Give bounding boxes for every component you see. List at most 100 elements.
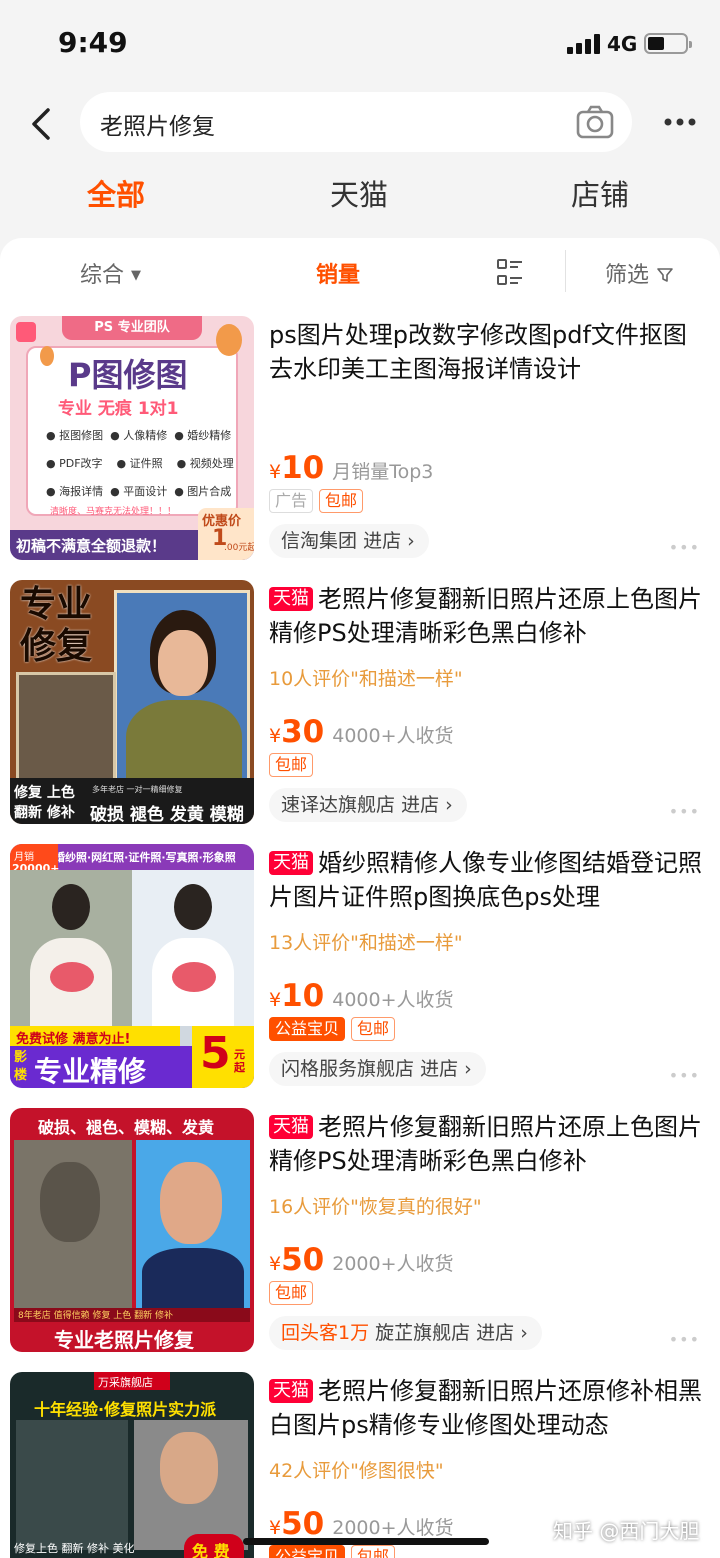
product-image[interactable]: PS 专业团队 P图修图 专业 无痕 1对1 ● 抠图修图 ● 人像精修 ● 婚… — [10, 316, 254, 560]
sales-count: 4000+人收货 — [332, 725, 454, 747]
repeat-customers: 回头客1万 — [281, 1322, 370, 1344]
thumb-discount-unit: .00元起 — [224, 543, 254, 553]
battery-icon — [644, 33, 692, 54]
product-title[interactable]: ps图片处理p改数字修改图pdf文件抠图去水印美工主图海报详情设计 — [269, 318, 705, 386]
thumb-refund: 初稿不满意全额退款！ — [16, 537, 167, 555]
review-summary[interactable]: 42人评价"修图很快" — [269, 1456, 444, 1483]
service: 婚纱精修 — [187, 429, 232, 442]
network-label: 4G — [607, 32, 638, 56]
sort-sales[interactable]: 销量 — [316, 257, 360, 289]
sales-count: 4000+人收货 — [332, 989, 454, 1011]
product-image[interactable]: 破损、褪色、模糊、发黄 8年老店 值得信赖 修复 上色 翻新 修补 专业老照片修… — [10, 1108, 254, 1352]
review-summary[interactable]: 10人评价"和描述一样" — [269, 664, 463, 691]
shop-link[interactable]: 回头客1万 旋芷旗舰店 进店 › — [269, 1316, 542, 1350]
shop-name: 信淘集团 — [281, 530, 358, 552]
product-title[interactable]: 天猫 老照片修复翻新旧照片还原修补相黑白图片ps精修专业修图处理动态 — [269, 1374, 705, 1442]
more-options-icon[interactable]: ••• — [669, 1330, 700, 1349]
sort-filter[interactable]: 筛选 — [605, 257, 674, 289]
review-summary[interactable]: 13人评价"和描述一样" — [269, 928, 463, 955]
free-shipping-tag: 包邮 — [351, 1017, 396, 1041]
product-price: 10 — [281, 978, 325, 1014]
product-image[interactable]: 婚纱照·网红照·证件照·写真照·形象照 月销 20000+ 免费试修 满意为止!… — [10, 844, 254, 1088]
product-title[interactable]: 天猫 老照片修复翻新旧照片还原上色图片精修PS处理清晰彩色黑白修补 — [269, 1110, 705, 1178]
clothes-shape — [142, 1248, 244, 1308]
review-summary[interactable]: 16人评价"恢复真的很好" — [269, 1192, 482, 1219]
filter-icon — [657, 268, 673, 282]
thumb-price: 5 — [200, 1028, 231, 1079]
service: 人像精修 — [123, 429, 168, 442]
search-bar[interactable]: 老照片修复 — [80, 92, 632, 152]
product-image[interactable]: 万采旗舰店 十年经验·修复照片实力派 修复上色 翻新 修补 美化 免 费 — [10, 1372, 254, 1558]
thumb-note: 清晰度、马赛克无法处理！！！ — [50, 507, 177, 517]
back-arrow-icon[interactable] — [24, 104, 64, 144]
status-bar: 9:49 4G — [0, 0, 720, 88]
more-options-icon[interactable]: ••• — [669, 538, 700, 557]
product-card[interactable]: 婚纱照·网红照·证件照·写真照·形象照 月销 20000+ 免费试修 满意为止!… — [0, 844, 720, 1108]
thumb-subtitle: 专业 无痕 1对1 — [58, 399, 179, 419]
currency-symbol: ¥ — [269, 1517, 282, 1539]
currency-symbol: ¥ — [269, 1253, 282, 1275]
enter-shop-label: 进店 — [363, 530, 402, 552]
tag-list: 公益宝贝 包邮 — [269, 1017, 401, 1043]
tag-list: 广告 包邮 — [269, 489, 369, 515]
shop-link[interactable]: 闪格服务旗舰店 进店 › — [269, 1052, 486, 1086]
product-price: 50 — [281, 1242, 325, 1278]
product-title[interactable]: 天猫 老照片修复翻新旧照片还原上色图片精修PS处理清晰彩色黑白修补 — [269, 582, 705, 650]
thumb-top-text: 破损、褪色、模糊、发黄 — [38, 1118, 215, 1137]
more-options-icon[interactable]: ••• — [669, 802, 700, 821]
thumb-title-2: 修复 — [20, 626, 93, 667]
thumb-title-1: 专业 — [20, 584, 93, 625]
thumb-top-text: 十年经验·修复照片实力派 — [34, 1400, 217, 1419]
product-card[interactable]: 专业 修复 修复 上色 翻新 修补 多年老店 一对一精细修复 破损 褪色 发黄 … — [0, 580, 720, 844]
caret-down-icon: ▼ — [131, 268, 142, 283]
search-query[interactable]: 老照片修复 — [100, 107, 215, 141]
more-icon[interactable] — [660, 108, 700, 136]
shop-link[interactable]: 速译达旗舰店 进店 › — [269, 788, 467, 822]
tab-all[interactable]: 全部 — [87, 172, 145, 214]
tmall-badge: 天猫 — [269, 851, 313, 875]
more-options-icon[interactable]: ••• — [669, 1066, 700, 1085]
free-shipping-tag: 包邮 — [269, 1281, 314, 1305]
price-line: ¥10 月销量Top3 — [269, 450, 433, 486]
product-image[interactable]: 专业 修复 修复 上色 翻新 修补 多年老店 一对一精细修复 破损 褪色 发黄 … — [10, 580, 254, 824]
thumb-top-text: 婚纱照·网红照·证件照·写真照·形象照 — [54, 851, 236, 864]
product-card[interactable]: PS 专业团队 P图修图 专业 无痕 1对1 ● 抠图修图 ● 人像精修 ● 婚… — [0, 316, 720, 580]
chevron-right-icon: › — [520, 1322, 528, 1344]
camera-icon[interactable] — [576, 104, 614, 140]
currency-symbol: ¥ — [269, 989, 282, 1011]
shop-link[interactable]: 信淘集团 进店 › — [269, 524, 429, 558]
tab-tmall[interactable]: 天猫 — [330, 172, 388, 214]
product-title-text: 老照片修复翻新旧照片还原修补相黑白图片ps精修专业修图处理动态 — [269, 1377, 702, 1439]
shop-name: 闪格服务旗舰店 — [281, 1058, 415, 1080]
chevron-right-icon: › — [445, 794, 453, 816]
sales-count: 2000+人收货 — [332, 1517, 454, 1539]
sort-comprehensive[interactable]: 综合 ▼ — [80, 257, 141, 289]
tag-list: 公益宝贝 包邮 — [269, 1545, 401, 1558]
service: 平面设计 — [123, 485, 168, 498]
chevron-right-icon: › — [464, 1058, 472, 1080]
product-card[interactable]: 破损、褪色、模糊、发黄 8年老店 值得信赖 修复 上色 翻新 修补 专业老照片修… — [0, 1108, 720, 1372]
enter-shop-label: 进店 — [420, 1058, 459, 1080]
shop-name: 旋芷旗舰店 — [375, 1322, 471, 1344]
thumb-studio-2: 楼 — [14, 1068, 28, 1083]
face-shape — [158, 630, 208, 696]
hair-shape — [52, 884, 90, 930]
filter-label: 筛选 — [605, 263, 650, 288]
face-shape — [40, 1162, 100, 1242]
balloon-icon — [216, 324, 242, 356]
tmall-badge: 天猫 — [269, 587, 313, 611]
hair-shape — [174, 884, 212, 930]
thumb-corner-1: 月销 — [14, 852, 34, 863]
sales-count: 月销量Top3 — [332, 461, 434, 483]
tab-shops[interactable]: 店铺 — [571, 172, 629, 214]
watermark: 知乎 @西门大胆 — [553, 1519, 700, 1543]
thumb-big-text: 破损 褪色 发黄 模糊 — [90, 805, 244, 824]
product-title[interactable]: 天猫 婚纱照精修人像专业修图结婚登记照片图片证件照p图换底色ps处理 — [269, 846, 705, 914]
service: 抠图修图 — [59, 429, 104, 442]
list-view-icon[interactable] — [496, 258, 524, 286]
thumb-bottom-text: 修复上色 翻新 修补 美化 — [14, 1542, 135, 1555]
thumb-badge-1: 修复 上色 — [14, 785, 75, 801]
home-indicator[interactable] — [243, 1538, 489, 1545]
tag-list: 包邮 — [269, 753, 319, 779]
ad-tag: 广告 — [269, 489, 314, 513]
